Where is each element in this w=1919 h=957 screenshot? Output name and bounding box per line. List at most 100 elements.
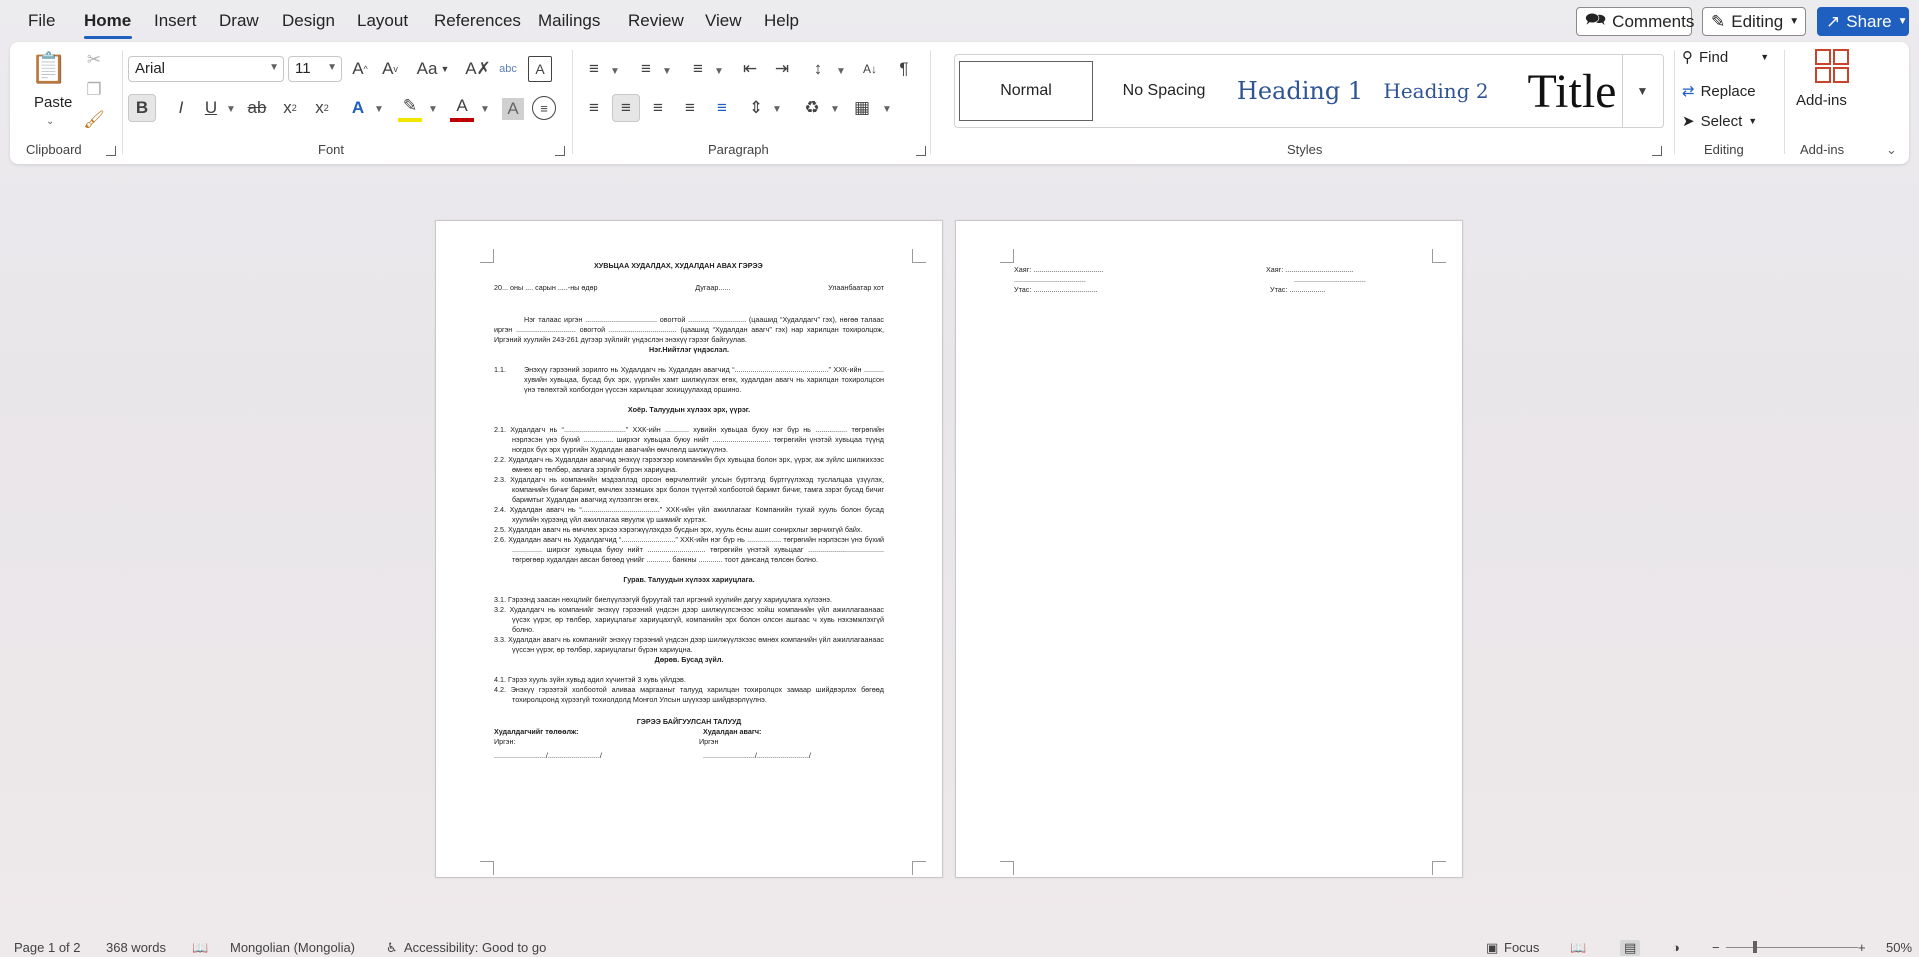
chevron-down-icon[interactable]: ▼: [830, 104, 840, 115]
paste-icon[interactable]: 📋: [30, 48, 67, 88]
chevron-down-icon[interactable]: ▼: [226, 104, 236, 115]
style-heading-2[interactable]: Heading 2: [1369, 61, 1503, 121]
text-direction-icon[interactable]: ↕: [806, 56, 830, 82]
distributed-icon[interactable]: ≡: [710, 94, 734, 122]
zoom-in-icon[interactable]: +: [1858, 940, 1866, 955]
document-body[interactable]: ХУВЬЦАА ХУДАЛДАХ, ХУДАЛДАН АВАХ ГЭРЭЭ 20…: [494, 261, 884, 761]
font-name-combo[interactable]: Arial ▼: [128, 56, 284, 82]
copy-icon[interactable]: ❐: [84, 80, 104, 100]
collapse-ribbon-icon[interactable]: ⌄: [1886, 142, 1897, 158]
menu-home[interactable]: Home: [84, 11, 131, 31]
zoom-level[interactable]: 50%: [1886, 940, 1912, 955]
comments-button[interactable]: 🗪 Comments: [1576, 7, 1694, 36]
change-case-button[interactable]: Aa ▼: [412, 56, 454, 82]
select-button[interactable]: ➤ Select ▼: [1682, 112, 1757, 131]
document-page-1[interactable]: ХУВЬЦАА ХУДАЛДАХ, ХУДАЛДАН АВАХ ГЭРЭЭ 20…: [435, 220, 943, 878]
accessibility-status[interactable]: Accessibility: Good to go: [404, 940, 546, 955]
line-spacing-icon[interactable]: ⇕: [744, 94, 768, 122]
style-no-spacing[interactable]: No Spacing: [1097, 61, 1231, 121]
superscript-button[interactable]: x2: [310, 94, 334, 122]
share-button[interactable]: ↗ Share ▼: [1817, 7, 1909, 36]
print-layout-icon[interactable]: ▤: [1620, 940, 1641, 956]
chevron-down-icon[interactable]: ▼: [610, 66, 620, 77]
web-layout-icon[interactable]: ◑: [1672, 940, 1680, 955]
underline-button[interactable]: U: [200, 94, 222, 122]
font-launcher-icon[interactable]: [555, 146, 565, 156]
menu-draw[interactable]: Draw: [219, 11, 259, 31]
editing-mode-button[interactable]: ✎ Editing ▼: [1702, 7, 1806, 36]
menu-references[interactable]: References: [434, 11, 521, 31]
menu-view[interactable]: View: [705, 11, 742, 31]
strikethrough-button[interactable]: ab: [244, 94, 270, 122]
chevron-down-icon[interactable]: ▼: [480, 104, 490, 115]
align-center-icon[interactable]: ≡: [612, 94, 640, 122]
menu-mailings[interactable]: Mailings: [538, 11, 600, 31]
text-effects-abc-icon[interactable]: abc: [496, 56, 520, 82]
font-color-icon[interactable]: A: [450, 94, 474, 122]
read-mode-icon[interactable]: 📖: [1570, 940, 1586, 956]
clipboard-launcher-icon[interactable]: [106, 146, 116, 156]
multilevel-list-icon[interactable]: ≡: [686, 56, 710, 82]
chevron-down-icon[interactable]: ▼: [836, 66, 846, 77]
page-count[interactable]: Page 1 of 2: [14, 940, 81, 955]
proofing-icon[interactable]: 📖: [192, 940, 208, 956]
align-right-icon[interactable]: ≡: [646, 94, 670, 122]
subscript-button[interactable]: x2: [278, 94, 302, 122]
font-size-combo[interactable]: 11 ▼: [288, 56, 342, 82]
document-page-2[interactable]: Хаяг: ..................................…: [955, 220, 1463, 878]
chevron-down-icon[interactable]: ▼: [374, 104, 384, 115]
chevron-down-icon[interactable]: ▼: [882, 104, 892, 115]
styles-more-icon[interactable]: ▼: [1622, 55, 1662, 127]
paste-button[interactable]: Paste: [34, 94, 72, 111]
find-button[interactable]: ⚲ Find ▼: [1682, 48, 1769, 67]
document-body-page-2[interactable]: Хаяг: ..................................…: [1014, 265, 1414, 295]
format-painter-icon[interactable]: 🖌: [83, 110, 105, 130]
shrink-font-icon[interactable]: Av: [378, 56, 402, 82]
menu-file[interactable]: File: [28, 11, 55, 31]
chevron-down-icon[interactable]: ▼: [772, 104, 782, 115]
align-left-icon[interactable]: ≡: [582, 94, 606, 122]
add-ins-button[interactable]: Add-ins: [1796, 92, 1847, 109]
focus-button[interactable]: Focus: [1504, 940, 1539, 955]
cut-icon[interactable]: ✂: [84, 50, 104, 70]
chevron-down-icon[interactable]: ▼: [714, 66, 724, 77]
text-box-icon[interactable]: A: [528, 56, 552, 82]
grow-font-icon[interactable]: A ^: [348, 56, 372, 82]
bullets-icon[interactable]: ≡: [582, 56, 606, 82]
decrease-indent-icon[interactable]: ⇤: [738, 56, 762, 82]
italic-button[interactable]: I: [170, 94, 192, 122]
chevron-down-icon[interactable]: ▼: [662, 66, 672, 77]
highlight-icon[interactable]: ✎: [398, 94, 422, 122]
zoom-slider-thumb[interactable]: [1753, 941, 1758, 953]
shading-icon[interactable]: A: [502, 98, 524, 120]
add-ins-icon[interactable]: [1814, 48, 1850, 84]
bold-button[interactable]: B: [128, 94, 156, 122]
style-title[interactable]: Title: [1505, 61, 1639, 121]
menu-layout[interactable]: Layout: [357, 11, 408, 31]
increase-indent-icon[interactable]: ⇥: [770, 56, 794, 82]
menu-help[interactable]: Help: [764, 11, 799, 31]
text-effects-icon[interactable]: A: [346, 94, 370, 122]
chevron-down-icon[interactable]: ▼: [428, 104, 438, 115]
enclose-characters-icon[interactable]: ≡: [532, 96, 556, 120]
menu-review[interactable]: Review: [628, 11, 684, 31]
show-formatting-icon[interactable]: ¶: [892, 56, 916, 82]
menu-design[interactable]: Design: [282, 11, 335, 31]
justify-icon[interactable]: ≡: [678, 94, 702, 122]
paragraph-launcher-icon[interactable]: [916, 146, 926, 156]
replace-button[interactable]: ⇄ Replace: [1682, 82, 1756, 101]
borders-icon[interactable]: ▦: [850, 94, 874, 122]
style-heading-1[interactable]: Heading 1: [1233, 61, 1367, 121]
styles-launcher-icon[interactable]: [1652, 146, 1662, 156]
shading-bucket-icon[interactable]: ♻: [800, 94, 824, 122]
word-count[interactable]: 368 words: [106, 940, 166, 955]
language-status[interactable]: Mongolian (Mongolia): [230, 940, 355, 955]
style-normal[interactable]: Normal: [959, 61, 1093, 121]
menu-insert[interactable]: Insert: [154, 11, 197, 31]
numbering-icon[interactable]: ≡: [634, 56, 658, 82]
sort-icon[interactable]: A↓: [858, 56, 882, 82]
chevron-down-icon[interactable]: ⌄: [46, 116, 54, 127]
zoom-slider[interactable]: [1726, 941, 1858, 953]
zoom-out-icon[interactable]: −: [1712, 940, 1720, 955]
clear-formatting-icon[interactable]: A✗: [465, 56, 491, 82]
